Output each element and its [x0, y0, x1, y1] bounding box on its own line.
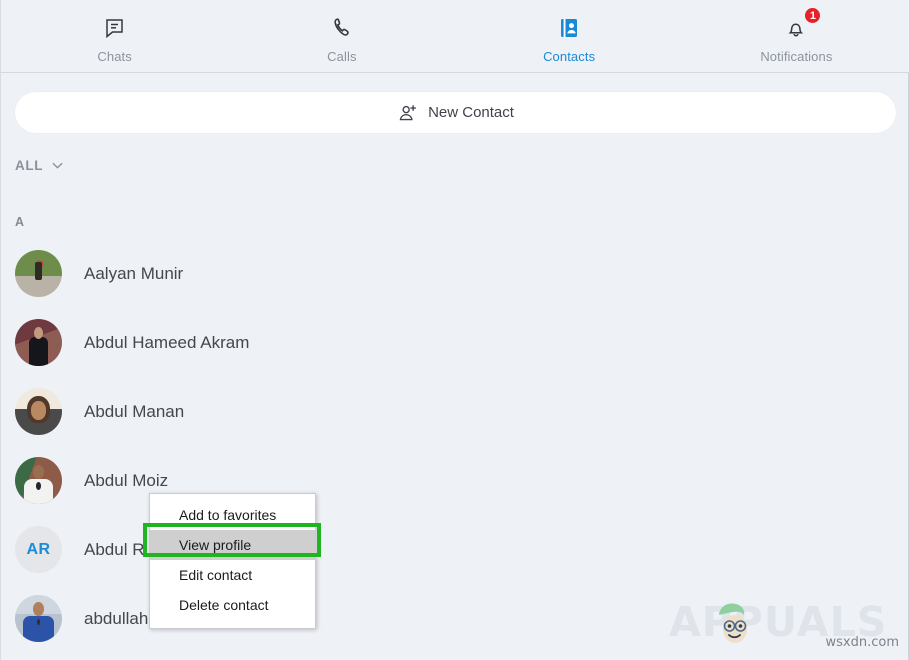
avatar: [15, 250, 62, 297]
tab-chats[interactable]: Chats: [1, 0, 228, 72]
new-contact-label: New Contact: [428, 104, 514, 121]
person-plus-icon: [397, 102, 419, 124]
avatar: AR: [15, 526, 62, 573]
chat-bubble-icon: [101, 14, 129, 42]
list-item[interactable]: abdullahriaz: [1, 584, 909, 653]
menu-item-edit-contact[interactable]: Edit contact: [150, 560, 315, 590]
list-item[interactable]: Abdul Manan: [1, 377, 909, 446]
notifications-badge: 1: [804, 7, 821, 24]
chevron-down-icon: [50, 158, 65, 173]
contact-list: A Aalyan Munir Abdul Hameed Akram Abdul …: [1, 205, 909, 653]
contact-context-menu: Add to favorites View profile Edit conta…: [149, 493, 316, 629]
list-item[interactable]: Abdul Moiz: [1, 446, 909, 515]
contacts-app-window: Chats Calls Contacts: [0, 0, 909, 660]
list-item[interactable]: Aalyan Munir: [1, 239, 909, 308]
avatar: [15, 595, 62, 642]
tab-notifications-label: Notifications: [760, 49, 832, 64]
tab-chats-label: Chats: [97, 49, 131, 64]
contact-filter-label: ALL: [15, 158, 43, 173]
phone-icon: [328, 14, 356, 42]
list-item[interactable]: Abdul Hameed Akram: [1, 308, 909, 377]
tab-contacts[interactable]: Contacts: [456, 0, 683, 72]
tab-calls[interactable]: Calls: [228, 0, 455, 72]
menu-item-delete-contact[interactable]: Delete contact: [150, 590, 315, 620]
contact-card-icon: [555, 14, 583, 42]
contact-name: Abdul Manan: [84, 402, 184, 422]
tab-notifications[interactable]: 1 Notifications: [683, 0, 909, 72]
menu-item-add-to-favorites[interactable]: Add to favorites: [150, 500, 315, 530]
contact-name: Aalyan Munir: [84, 264, 183, 284]
tab-calls-label: Calls: [327, 49, 356, 64]
menu-item-view-profile[interactable]: View profile: [150, 530, 315, 560]
contact-filter-dropdown[interactable]: ALL: [15, 158, 65, 173]
main-navigation-bar: Chats Calls Contacts: [1, 0, 909, 73]
new-contact-button[interactable]: New Contact: [15, 92, 896, 133]
avatar-initials: AR: [26, 541, 50, 559]
avatar: [15, 319, 62, 366]
contact-name: Abdul Moiz: [84, 471, 168, 491]
section-header-a: A: [1, 205, 909, 239]
contact-name: Abdul R: [84, 540, 144, 560]
avatar: [15, 457, 62, 504]
bell-icon: 1: [782, 14, 810, 42]
list-item[interactable]: AR Abdul R: [1, 515, 909, 584]
contact-name: Abdul Hameed Akram: [84, 333, 249, 353]
avatar: [15, 388, 62, 435]
tab-contacts-label: Contacts: [543, 49, 595, 64]
